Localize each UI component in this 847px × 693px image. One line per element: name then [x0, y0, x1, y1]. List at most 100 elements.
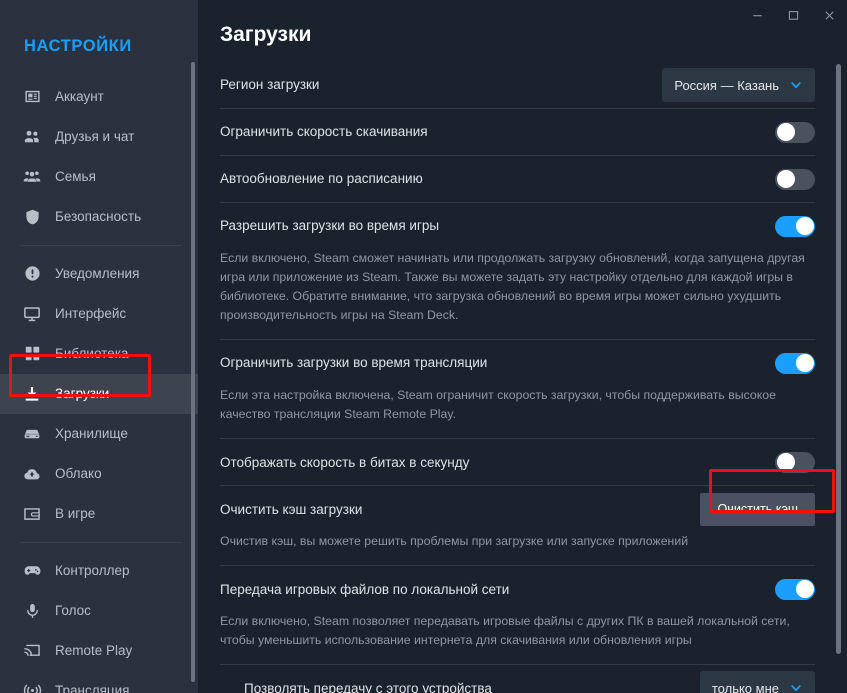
- sidebar-item-label: Контроллер: [55, 563, 130, 578]
- sidebar-item-voice[interactable]: Голос: [0, 591, 198, 631]
- sidebar-nav: Аккаунт Друзья и чат Семья Безопасность: [0, 77, 198, 693]
- broadcast-icon: [22, 681, 42, 693]
- setting-row-lan-transfer: Передача игровых файлов по локальной сет…: [220, 566, 815, 612]
- lan-transfer-toggle[interactable]: [775, 578, 815, 600]
- sidebar-item-friends-and-chat[interactable]: Друзья и чат: [0, 117, 198, 157]
- row-label: Регион загрузки: [220, 77, 320, 93]
- download-icon: [22, 384, 42, 404]
- sidebar-item-label: Безопасность: [55, 209, 142, 224]
- steam-settings-window: НАСТРОЙКИ Аккаунт Друзья и чат Семья Без…: [0, 0, 847, 693]
- clear-cache-button[interactable]: Очистить кэш: [700, 492, 815, 526]
- row-label: Передача игровых файлов по локальной сет…: [220, 581, 510, 597]
- setting-row-download-region: Регион загрузки Россия — Казань: [220, 62, 815, 108]
- sidebar-divider: [20, 541, 182, 543]
- family-icon: [22, 167, 42, 187]
- sidebar-item-label: Трансляция: [55, 683, 130, 693]
- setting-row-throttle-downloads-while-streaming: Ограничить загрузки во время трансляции: [220, 340, 815, 386]
- sidebar-item-interface[interactable]: Интерфейс: [0, 294, 198, 334]
- allow-transfer-dropdown[interactable]: только мне: [699, 671, 815, 693]
- row-label: Автообновление по расписанию: [220, 171, 423, 187]
- friends-icon: [22, 127, 42, 147]
- row-label: Позволять передачу с этого устройства: [244, 680, 492, 693]
- display-rate-bits-toggle[interactable]: [775, 451, 815, 473]
- sidebar-item-in-game[interactable]: В игре: [0, 494, 198, 534]
- row-label: Ограничить загрузки во время трансляции: [220, 355, 488, 371]
- toggle-knob: [795, 217, 814, 235]
- setting-row-limit-bandwidth: Ограничить скорость скачивания: [220, 109, 815, 155]
- sidebar-title: НАСТРОЙКИ: [24, 37, 132, 55]
- setting-row-display-rate-bits: Отображать скорость в битах в секунду: [220, 439, 815, 485]
- toggle-knob: [776, 123, 795, 141]
- allow-transfer-value: только мне: [711, 680, 779, 693]
- allow-downloads-during-gameplay-toggle[interactable]: [775, 215, 815, 237]
- chevron-down-icon: [789, 681, 803, 693]
- sidebar-item-label: Голос: [55, 603, 91, 618]
- settings-main-panel: Загрузки Регион загрузки Россия — Казань…: [198, 0, 847, 693]
- settings-content: Регион загрузки Россия — Казань Ограничи…: [198, 62, 847, 693]
- sidebar-item-label: Загрузки: [55, 386, 110, 401]
- bell-alert-icon: [22, 264, 42, 284]
- setting-row-allow-downloads-during-gameplay: Разрешить загрузки во время игры: [220, 203, 815, 249]
- sidebar-item-account[interactable]: Аккаунт: [0, 77, 198, 117]
- sidebar-item-label: Облако: [55, 466, 102, 481]
- setting-description: Если включено, Steam сможет начинать или…: [220, 251, 805, 323]
- sidebar-item-storage[interactable]: Хранилище: [0, 414, 198, 454]
- minimize-icon[interactable]: [739, 0, 775, 30]
- chevron-down-icon: [789, 78, 803, 92]
- sidebar-item-label: Аккаунт: [55, 89, 104, 104]
- in-game-icon: [22, 504, 42, 524]
- sidebar-item-label: Хранилище: [55, 426, 128, 441]
- gamepad-icon: [22, 561, 42, 581]
- download-region-dropdown[interactable]: Россия — Казань: [662, 68, 815, 102]
- sidebar-item-label: Remote Play: [55, 643, 133, 658]
- main-scrollbar[interactable]: [836, 64, 841, 654]
- sidebar-item-downloads[interactable]: Загрузки: [0, 373, 198, 414]
- sidebar-item-label: Библиотека: [55, 346, 129, 361]
- sidebar-item-remote-play[interactable]: Remote Play: [0, 631, 198, 671]
- setting-row-allow-transfer-from-device: Позволять передачу с этого устройства то…: [220, 665, 815, 693]
- sidebar-item-family[interactable]: Семья: [0, 157, 198, 197]
- microphone-icon: [22, 601, 42, 621]
- auto-update-schedule-toggle[interactable]: [775, 168, 815, 190]
- settings-sidebar: НАСТРОЙКИ Аккаунт Друзья и чат Семья Без…: [0, 0, 198, 693]
- setting-row-auto-update-schedule: Автообновление по расписанию: [220, 156, 815, 202]
- row-label: Ограничить скорость скачивания: [220, 124, 428, 140]
- sidebar-item-label: Друзья и чат: [55, 129, 135, 144]
- sidebar-scrollbar[interactable]: [191, 62, 195, 682]
- maximize-icon[interactable]: [775, 0, 811, 30]
- sidebar-item-label: Интерфейс: [55, 306, 127, 321]
- sidebar-item-broadcast[interactable]: Трансляция: [0, 671, 198, 693]
- remote-play-icon: [22, 641, 42, 661]
- sidebar-divider: [20, 244, 182, 246]
- monitor-icon: [22, 304, 42, 324]
- sidebar-item-label: Уведомления: [55, 266, 140, 281]
- row-label: Отображать скорость в битах в секунду: [220, 454, 470, 470]
- sidebar-item-label: В игре: [55, 506, 96, 521]
- grid-icon: [22, 344, 42, 364]
- cloud-icon: [22, 464, 42, 484]
- sidebar-item-label: Семья: [55, 169, 96, 184]
- toggle-knob: [776, 170, 795, 188]
- close-icon[interactable]: [811, 0, 847, 30]
- sidebar-item-library[interactable]: Библиотека: [0, 334, 198, 374]
- row-label: Разрешить загрузки во время игры: [220, 218, 440, 234]
- window-titlebar: [739, 0, 847, 30]
- setting-description: Если эта настройка включена, Steam огран…: [220, 388, 776, 422]
- shield-icon: [22, 207, 42, 227]
- setting-row-clear-download-cache: Очистить кэш загрузки Очистить кэш: [220, 486, 815, 532]
- throttle-downloads-while-streaming-toggle[interactable]: [775, 352, 815, 374]
- row-label: Очистить кэш загрузки: [220, 501, 363, 517]
- account-card-icon: [22, 87, 42, 107]
- sidebar-item-cloud[interactable]: Облако: [0, 454, 198, 494]
- toggle-knob: [776, 453, 795, 472]
- sidebar-item-notifications[interactable]: Уведомления: [0, 254, 198, 294]
- setting-description: Если включено, Steam позволяет передават…: [220, 614, 790, 648]
- download-region-value: Россия — Казань: [674, 77, 779, 93]
- limit-bandwidth-toggle[interactable]: [775, 121, 815, 143]
- toggle-knob: [795, 354, 814, 373]
- sidebar-item-security[interactable]: Безопасность: [0, 197, 198, 237]
- setting-description: Очистив кэш, вы можете решить проблемы п…: [220, 534, 689, 549]
- toggle-knob: [795, 580, 814, 599]
- drive-icon: [22, 424, 42, 444]
- sidebar-item-controller[interactable]: Контроллер: [0, 551, 198, 591]
